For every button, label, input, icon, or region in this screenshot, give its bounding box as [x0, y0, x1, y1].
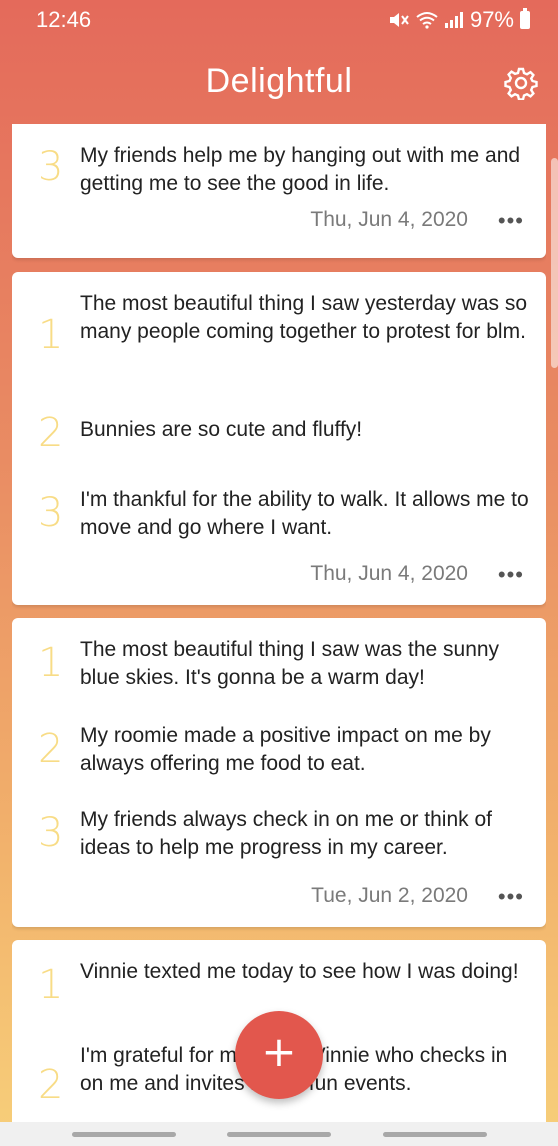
entry-text: Vinnie texted me today to see how I was … — [80, 960, 519, 983]
entry-text: I'm thankful for the ability to walk. It… — [80, 488, 529, 539]
entry-text: The most beautiful thing I saw yesterday… — [80, 292, 528, 343]
status-bar: 12:46 97% — [0, 0, 558, 44]
more-options-icon[interactable]: ••• — [498, 208, 524, 234]
entry-text: My roomie made a positive impact on me b… — [80, 724, 491, 775]
entry-text: My friends help me by hanging out with m… — [80, 144, 521, 195]
status-time: 12:46 — [36, 7, 92, 32]
nav-back-button[interactable] — [383, 1132, 487, 1137]
app-header: Delightful — [0, 44, 558, 124]
entry-number: 1 — [38, 640, 64, 686]
entry-text: Bunnies are so cute and fluffy! — [80, 418, 363, 441]
add-entry-button[interactable]: + — [235, 1011, 323, 1099]
mute-icon — [389, 13, 409, 27]
gear-icon[interactable] — [504, 66, 538, 100]
entry-card[interactable]: 3 My friends help me by hanging out with… — [12, 124, 546, 258]
battery-icon — [520, 8, 530, 29]
entry-date: Thu, Jun 4, 2020 — [310, 208, 468, 231]
entry-number: 3 — [38, 810, 64, 856]
nav-recent-button[interactable] — [72, 1132, 176, 1137]
nav-home-button[interactable] — [227, 1132, 331, 1137]
entry-number: 2 — [38, 1062, 64, 1108]
battery-percent: 97% — [469, 7, 514, 32]
wifi-icon — [416, 12, 438, 29]
more-options-icon[interactable]: ••• — [498, 562, 524, 588]
entry-number: 1 — [38, 962, 64, 1008]
more-options-icon[interactable]: ••• — [498, 884, 524, 910]
entry-date: Thu, Jun 4, 2020 — [310, 562, 468, 585]
entry-number: 2 — [38, 726, 64, 772]
entry-number: 2 — [38, 410, 64, 456]
entry-list[interactable]: 3 My friends help me by hanging out with… — [12, 124, 546, 1122]
entry-number: 3 — [38, 490, 64, 536]
app-title: Delightful — [205, 62, 353, 100]
entry-number: 1 — [38, 312, 64, 358]
entry-card[interactable]: 1 The most beautiful thing I saw yesterd… — [12, 272, 546, 605]
entry-number: 3 — [38, 144, 64, 190]
entry-date: Tue, Jun 2, 2020 — [311, 884, 468, 907]
entry-text: My friends always check in on me or thin… — [80, 808, 493, 859]
status-icons: 97% — [388, 7, 530, 33]
system-nav-bar — [0, 1122, 558, 1146]
scrollbar[interactable] — [551, 158, 558, 368]
entry-card[interactable]: 1 The most beautiful thing I saw was the… — [12, 618, 546, 927]
signal-icon — [444, 12, 463, 28]
entry-text: The most beautiful thing I saw was the s… — [80, 638, 500, 689]
plus-icon: + — [261, 1027, 297, 1076]
